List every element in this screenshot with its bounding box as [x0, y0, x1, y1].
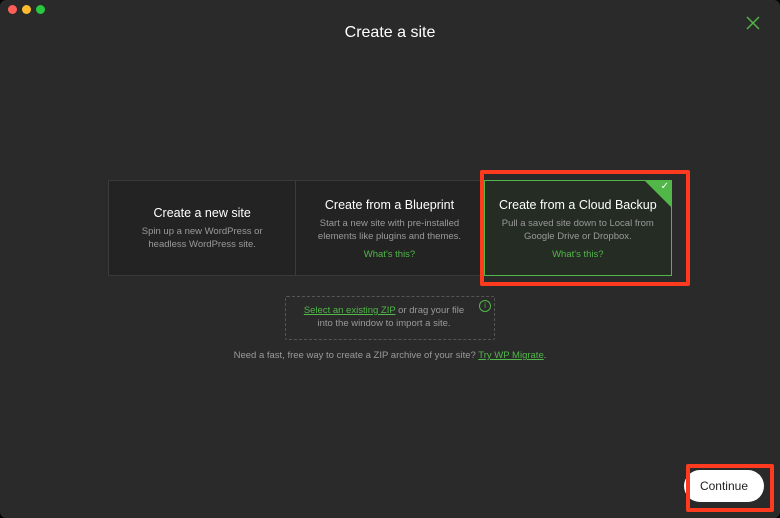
option-title: Create a new site — [154, 206, 251, 220]
option-hint-link[interactable]: What's this? — [552, 249, 603, 260]
option-hint-link[interactable]: What's this? — [364, 249, 415, 260]
mac-traffic-lights — [0, 0, 45, 18]
continue-button[interactable]: Continue — [684, 470, 764, 502]
migrate-hint: Need a fast, free way to create a ZIP ar… — [0, 350, 780, 361]
check-icon: ✓ — [661, 182, 669, 192]
option-create-from-cloud-backup[interactable]: ✓ Create from a Cloud Backup Pull a save… — [484, 180, 672, 276]
migrate-trail: . — [544, 350, 547, 361]
window-minimize-dot[interactable] — [22, 5, 31, 14]
option-desc: Spin up a new WordPress or headless Word… — [122, 226, 282, 252]
option-create-from-blueprint[interactable]: Create from a Blueprint Start a new site… — [296, 180, 483, 276]
select-zip-link[interactable]: Select an existing ZIP — [304, 305, 396, 316]
migrate-lead: Need a fast, free way to create a ZIP ar… — [234, 350, 479, 361]
site-creation-options: Create a new site Spin up a new WordPres… — [108, 180, 672, 276]
app-window: Create a site Create a new site Spin up … — [0, 0, 780, 518]
option-title: Create from a Cloud Backup — [499, 198, 657, 212]
option-desc: Start a new site with pre-installed elem… — [309, 218, 469, 244]
page-title: Create a site — [0, 24, 780, 42]
option-create-new-site[interactable]: Create a new site Spin up a new WordPres… — [108, 180, 296, 276]
import-dropzone[interactable]: i Select an existing ZIP or drag your fi… — [285, 296, 495, 340]
info-icon[interactable]: i — [479, 300, 491, 312]
window-zoom-dot[interactable] — [36, 5, 45, 14]
migrate-link[interactable]: Try WP Migrate — [478, 350, 543, 361]
option-title: Create from a Blueprint — [325, 198, 454, 212]
option-desc: Pull a saved site down to Local from Goo… — [498, 218, 658, 244]
window-close-dot[interactable] — [8, 5, 17, 14]
